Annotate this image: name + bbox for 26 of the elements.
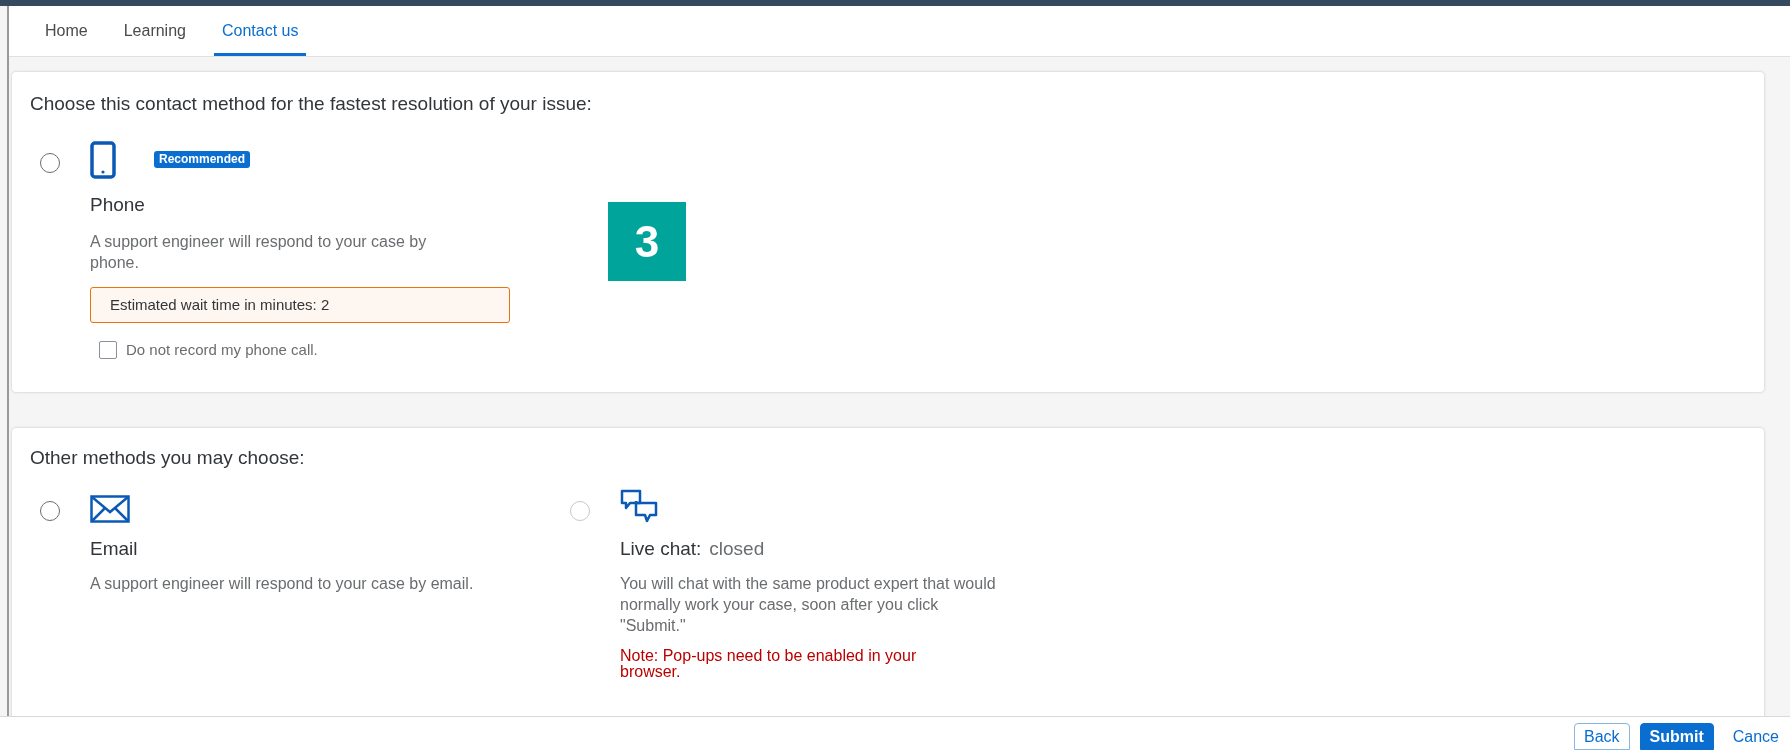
footer-button[interactable]: Back: [1573, 723, 1630, 750]
phone-icon: [90, 140, 116, 179]
footer-button[interactable]: Submit: [1639, 723, 1714, 750]
checkbox-label: Do not record my phone call.: [126, 340, 318, 360]
wait-time-notice: Estimated wait time in minutes: 2: [90, 287, 510, 323]
cancel-link[interactable]: Cance: [1723, 723, 1788, 750]
nav-tab[interactable]: Learning: [115, 6, 194, 56]
option-description: A support engineer will respond to your case by email.: [90, 574, 475, 594]
step-marker: 3: [608, 202, 686, 281]
option-description: You will chat with the same product expert that would normally work your case, soon after you click "Submit.": [620, 574, 997, 636]
radio-button[interactable]: [40, 500, 60, 521]
envelope-icon: [90, 494, 130, 523]
chat-bubbles-icon: [620, 488, 660, 523]
nav-tab[interactable]: Home: [37, 6, 96, 56]
option-title: Live chat:: [620, 536, 702, 561]
radio-button[interactable]: [40, 152, 60, 173]
popup-note: Note: Pop-ups need to be enabled in your browser.: [620, 648, 918, 680]
option-description: A support engineer will respond to your case by phone.: [90, 232, 428, 273]
option-title: Phone: [90, 192, 146, 217]
checkbox[interactable]: [99, 341, 117, 360]
section-heading: Other methods you may choose:: [30, 446, 306, 470]
status-text: closed: [709, 536, 765, 561]
nav-tab[interactable]: Contact us: [213, 6, 307, 56]
option-title: Email: [90, 536, 138, 561]
section-heading: Choose this contact method for the fastest resolution of your issue:: [30, 92, 593, 116]
recommended-badge: Recommended: [154, 151, 251, 168]
